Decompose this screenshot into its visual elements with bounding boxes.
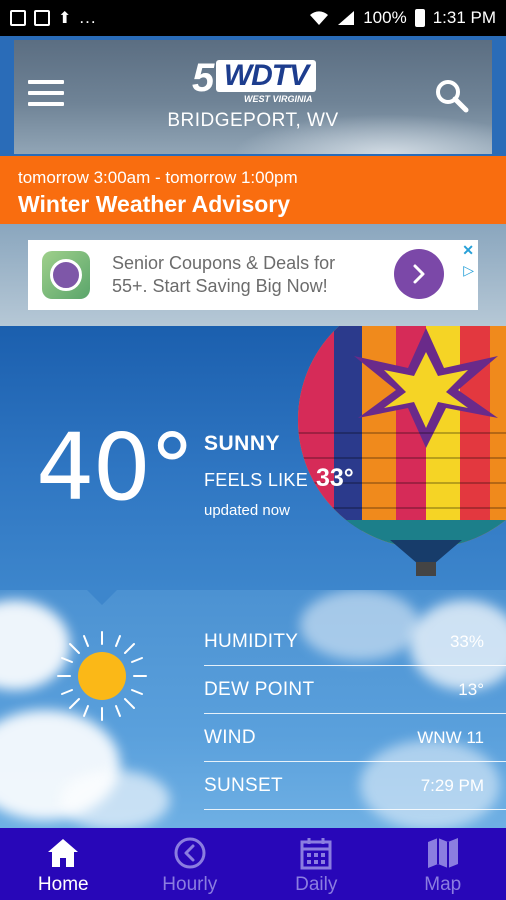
nav-label: Hourly [162,874,218,895]
notification-icons: ⬆ ... [10,8,97,28]
notification-doc-icon [10,10,26,26]
search-icon [436,80,469,113]
detail-label: SUNSET [204,774,283,796]
detail-label: WIND [204,726,256,748]
ad-zone: Senior Coupons & Deals for 55+. Start Sa… [0,224,506,326]
detail-row-wind: WIND WNW 11 [204,714,506,762]
home-icon [48,839,79,867]
ad-text: Senior Coupons & Deals for 55+. Start Sa… [112,253,336,296]
chevron-right-icon [413,264,425,284]
temperature: 40° [36,414,195,521]
feels-like-label: FEELS LIKE [204,470,309,490]
upload-icon: ⬆ [58,10,72,27]
ad-choices-icon[interactable]: ▷ [463,262,474,279]
conditions-details: HUMIDITY 33% DEW POINT 13° WIND WNW 11 S… [0,590,506,830]
menu-icon [28,80,64,84]
detail-value: 33% [449,631,484,651]
battery-icon [414,9,425,27]
updated-label: updated now [204,502,290,519]
nav-label: Home [37,874,89,895]
nav-label: Daily [295,874,338,895]
nav-daily[interactable]: Daily [253,828,380,900]
location-label: BRIDGEPORT, WV [167,110,339,131]
ad-close-icon[interactable]: ✕ [462,242,474,259]
clock-icon [174,837,206,869]
system-status: 100% 1:31 PM [309,8,496,28]
bottom-navigation: Home Hourly Daily Map [0,828,506,900]
detail-value: 7:29 PM [420,775,484,795]
advisory-time-range: tomorrow 3:00am - tomorrow 1:00pm [18,168,298,187]
detail-label: DEW POINT [204,678,315,700]
ad-open-button[interactable] [394,249,444,299]
nav-hourly[interactable]: Hourly [127,828,254,900]
nav-map[interactable]: Map [380,828,506,900]
search-button[interactable] [434,78,470,114]
ad-logo-icon [42,251,90,299]
mail-icon [34,10,50,26]
more-notifications: ... [79,8,97,27]
cloud-decoration [60,770,170,830]
detail-row-sunset: SUNSET 7:29 PM [204,762,506,810]
section-pointer [86,590,118,605]
detail-row-dew-point: DEW POINT 13° [204,666,506,714]
logo-number: 5 [192,56,215,100]
feels-like-value: 33° [316,464,354,492]
detail-label: HUMIDITY [204,630,299,652]
station-logo: 5 WDTV WEST VIRGINIA [190,56,318,104]
ad-banner[interactable]: Senior Coupons & Deals for 55+. Start Sa… [28,240,478,310]
wifi-icon [310,11,329,25]
clock: 1:31 PM [432,8,496,27]
map-icon [427,838,458,868]
app-header: 5 WDTV WEST VIRGINIA BRIDGEPORT, WV [14,40,492,154]
calendar-icon [300,838,332,870]
menu-button[interactable] [28,80,64,108]
hot-air-balloon-image [298,326,506,576]
detail-value: WNW 11 [417,727,484,747]
sunny-icon [57,631,147,721]
logo-text: WDTV [223,59,309,92]
signal-icon [338,11,355,25]
nav-home[interactable]: Home [0,828,127,900]
detail-value: 13° [458,679,484,699]
advisory-title: Winter Weather Advisory [18,191,291,217]
nav-label: Map [424,874,462,895]
status-bar: ⬆ ... 100% 1:31 PM [0,0,506,36]
condition-text: SUNNY [204,432,281,455]
current-conditions: 40° SUNNY FEELS LIKE 33° updated now [0,326,506,590]
detail-row-humidity: HUMIDITY 33% [204,618,506,666]
weather-advisory-banner[interactable]: tomorrow 3:00am - tomorrow 1:00pm Winter… [0,156,506,224]
battery-percent: 100% [363,8,407,27]
logo-subtext: WEST VIRGINIA [244,94,313,104]
